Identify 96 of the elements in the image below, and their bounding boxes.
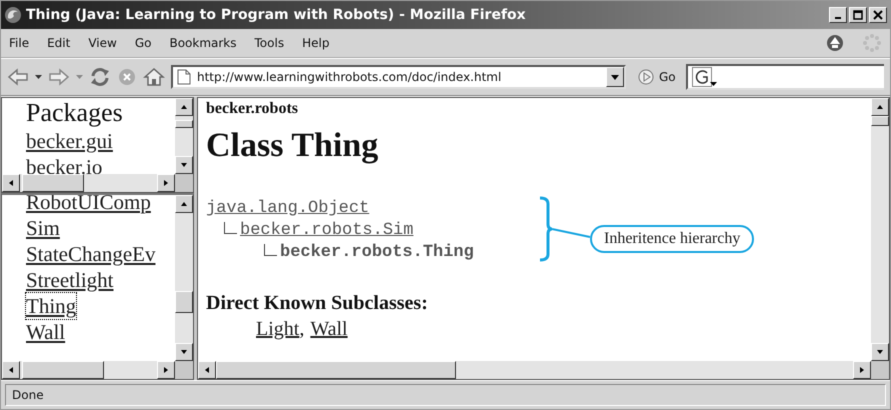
page-icon	[177, 69, 191, 85]
menu-item[interactable]: View	[88, 36, 117, 50]
status-text: Done	[5, 384, 886, 406]
tree-branch-icon	[264, 244, 277, 256]
update-icon[interactable]	[826, 34, 844, 52]
scroll-thumb[interactable]	[175, 120, 193, 128]
arrow-left-icon	[203, 366, 211, 374]
scroll-left-button[interactable]	[2, 361, 20, 379]
window-title: Thing (Java: Learning to Program with Robots) - Mozilla Firefox	[26, 7, 527, 23]
scroll-up-button[interactable]	[175, 98, 193, 116]
package-link[interactable]: becker.gui	[26, 128, 113, 154]
bracket-leader-drawing	[538, 196, 592, 262]
current-class-name: becker.robots.Thing	[280, 243, 474, 262]
caret-icon	[76, 74, 83, 80]
arrow-down-icon	[876, 348, 884, 356]
menu-item[interactable]: Go	[134, 36, 152, 50]
reload-icon	[89, 66, 111, 88]
menu-item[interactable]: Edit	[47, 36, 70, 50]
maximize-button[interactable]	[849, 7, 867, 23]
caret-icon	[611, 74, 619, 80]
scroll-right-button[interactable]	[853, 361, 871, 379]
class-link[interactable]: Thing	[26, 293, 76, 319]
maximize-icon	[853, 10, 863, 20]
address-field[interactable]: http://www.learningwithrobots.com/doc/index.html	[171, 65, 626, 89]
back-history-button[interactable]	[35, 74, 42, 80]
caret-icon	[35, 74, 42, 80]
scroll-thumb[interactable]	[22, 174, 84, 192]
home-button[interactable]	[143, 67, 165, 87]
throbber-icon	[862, 33, 882, 53]
callout-label: Inheritence hierarchy	[590, 225, 754, 253]
search-field[interactable]	[686, 64, 884, 90]
class-link[interactable]: StateChangeEv	[26, 241, 156, 267]
arrow-down-icon	[180, 161, 188, 169]
scroll-down-button[interactable]	[175, 343, 193, 361]
scroll-thumb[interactable]	[216, 361, 456, 379]
frame-heading: Packages	[26, 98, 124, 128]
scroll-up-button[interactable]	[871, 98, 889, 116]
package-name: becker.robots	[206, 100, 299, 118]
separator: ,	[299, 317, 304, 342]
menu-item[interactable]: File	[9, 36, 30, 50]
scroll-down-button[interactable]	[871, 343, 889, 361]
page-title: Class Thing	[206, 126, 380, 166]
vertical-scrollbar[interactable]	[175, 98, 193, 174]
address-dropdown-button[interactable]	[606, 67, 624, 87]
close-button[interactable]	[869, 7, 887, 23]
play-icon	[638, 69, 654, 85]
scroll-left-button[interactable]	[2, 174, 20, 192]
arrow-left-icon	[7, 366, 15, 374]
arrow-right-icon	[162, 179, 170, 187]
minimize-button[interactable]	[829, 7, 847, 23]
forward-button[interactable]	[48, 68, 70, 86]
section-heading: Direct Known Subclasses:	[206, 292, 429, 315]
close-icon	[873, 10, 883, 20]
arrow-left-icon	[7, 179, 15, 187]
vertical-scrollbar[interactable]	[175, 195, 193, 361]
class-link[interactable]: Streetlight	[26, 267, 114, 293]
tree-branch-icon	[224, 222, 237, 234]
arrow-up-icon	[180, 200, 188, 208]
browser-logo-icon	[4, 6, 22, 24]
arrow-down-icon	[180, 348, 188, 356]
class-link[interactable]: java.lang.Object	[206, 199, 370, 218]
scroll-thumb[interactable]	[22, 361, 104, 379]
go-button[interactable]: Go	[632, 69, 680, 85]
arrow-up-icon	[180, 103, 188, 111]
home-icon	[143, 67, 165, 87]
scrollbar-corner	[175, 174, 193, 192]
package-link[interactable]: becker.io	[26, 154, 102, 174]
stop-icon	[117, 67, 137, 87]
menu-item[interactable]: Tools	[254, 36, 284, 50]
back-button[interactable]	[7, 68, 29, 86]
search-engine-icon[interactable]	[692, 67, 718, 87]
scroll-thumb[interactable]	[871, 116, 889, 126]
menu-item[interactable]: Bookmarks	[169, 36, 237, 50]
horizontal-scrollbar[interactable]	[2, 174, 175, 192]
subclass-link[interactable]: Wall	[310, 315, 348, 343]
menu-item[interactable]: Help	[302, 36, 330, 50]
arrow-right-icon	[858, 366, 866, 374]
horizontal-scrollbar[interactable]	[2, 361, 175, 379]
back-arrow-icon	[7, 68, 29, 86]
arrow-right-icon	[162, 366, 170, 374]
scroll-left-button[interactable]	[198, 361, 216, 379]
class-link[interactable]: becker.robots.Sim	[240, 221, 414, 240]
scroll-right-button[interactable]	[157, 174, 175, 192]
scrollbar-corner	[871, 361, 889, 379]
reload-button[interactable]	[89, 66, 111, 88]
scroll-up-button[interactable]	[175, 195, 193, 213]
scroll-thumb[interactable]	[175, 291, 193, 313]
forward-arrow-icon	[48, 68, 70, 86]
horizontal-scrollbar[interactable]	[198, 361, 871, 379]
scroll-right-button[interactable]	[157, 361, 175, 379]
class-link[interactable]: Wall	[26, 319, 66, 345]
class-link[interactable]: Sim	[26, 215, 60, 241]
arrow-up-icon	[876, 103, 884, 111]
vertical-scrollbar[interactable]	[871, 98, 889, 361]
scroll-down-button[interactable]	[175, 156, 193, 174]
subclass-link[interactable]: Light	[256, 315, 300, 343]
